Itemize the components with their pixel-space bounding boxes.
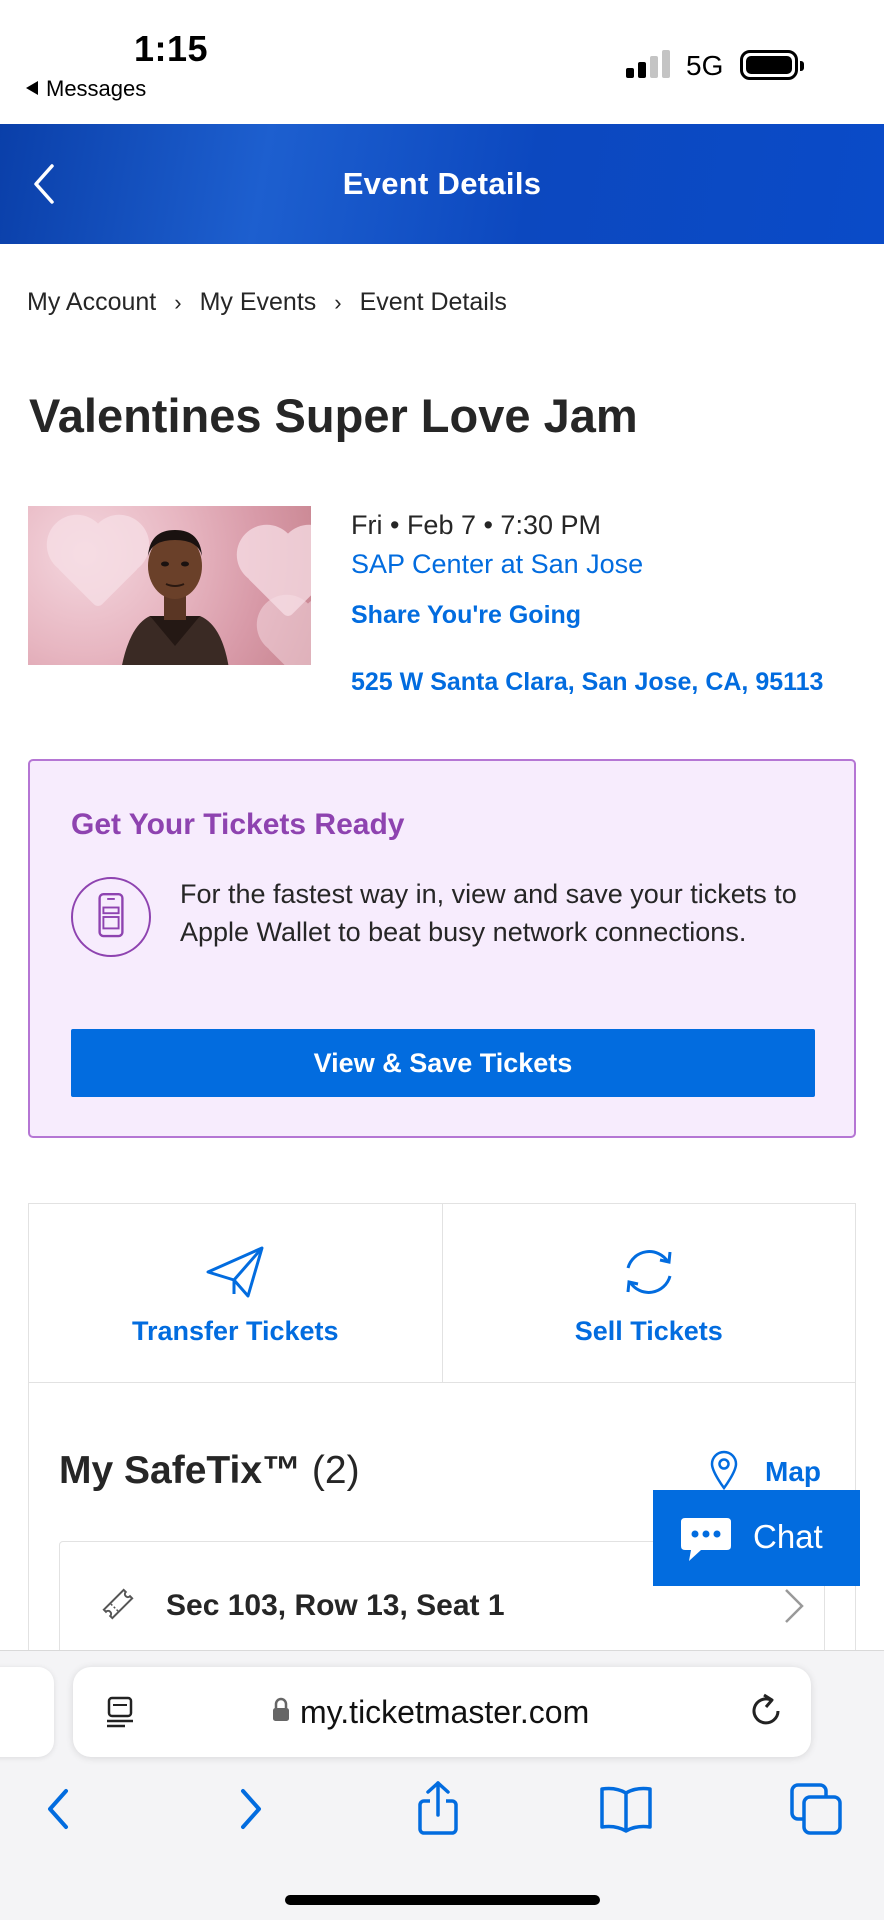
ticket-seat-label: Sec 103, Row 13, Seat 1 (166, 1589, 505, 1622)
forward-arrow-icon[interactable] (221, 1779, 281, 1839)
bookmarks-icon[interactable] (596, 1779, 656, 1839)
chat-button[interactable]: Chat (653, 1490, 860, 1586)
app-header: Event Details (0, 124, 884, 244)
browser-toolbar (0, 1779, 884, 1859)
map-label: Map (765, 1456, 821, 1487)
safetix-title-text: My SafeTix™ (59, 1449, 302, 1492)
page-title: Event Details (342, 166, 542, 201)
phone-ticket-icon (71, 877, 151, 957)
tickets-ready-text: For the fastest way in, view and save yo… (180, 879, 797, 947)
breadcrumb-my-events[interactable]: My Events (200, 288, 317, 316)
back-triangle-icon (26, 81, 38, 95)
breadcrumb: My Account › My Events › Event Details (27, 288, 507, 317)
previous-tab-preview[interactable] (0, 1667, 54, 1757)
share-going-link[interactable]: Share You're Going (351, 601, 581, 630)
signal-icon (626, 50, 672, 78)
transfer-tickets-button[interactable]: Transfer Tickets (29, 1204, 443, 1382)
view-save-tickets-button[interactable]: View & Save Tickets (71, 1029, 815, 1097)
breadcrumb-separator: › (334, 290, 342, 315)
breadcrumb-event-details: Event Details (359, 288, 507, 316)
home-indicator (285, 1895, 600, 1905)
paper-plane-icon (206, 1246, 264, 1298)
sell-tickets-label: Sell Tickets (574, 1316, 723, 1346)
event-date-time: Fri • Feb 7 • 7:30 PM (351, 510, 601, 540)
status-time: 1:15 (134, 28, 209, 69)
safetix-title: My SafeTix™ (2) (59, 1449, 360, 1493)
address-bar[interactable]: my.ticketmaster.com (73, 1667, 811, 1757)
breadcrumb-my-account[interactable]: My Account (27, 288, 156, 316)
back-app-label: Messages (46, 76, 147, 101)
status-bar: 1:15 Messages 5G (0, 0, 884, 124)
refresh-arrows-icon (626, 1250, 672, 1294)
tickets-ready-card: Get Your Tickets Ready For the fastest w… (28, 759, 856, 1138)
tickets-ready-title: Get Your Tickets Ready (71, 808, 405, 841)
reader-mode-icon[interactable] (105, 1695, 135, 1729)
performer-photo (122, 530, 229, 665)
breadcrumb-separator: › (174, 290, 182, 315)
event-address-link[interactable]: 525 W Santa Clara, San Jose, CA, 95113 (351, 668, 823, 697)
safetix-count: (2) (311, 1449, 360, 1492)
event-venue-link[interactable]: SAP Center at San Jose (351, 549, 643, 580)
chat-bubble-icon (681, 1518, 731, 1561)
tabs-icon[interactable] (786, 1779, 846, 1839)
chat-label: Chat (753, 1518, 823, 1555)
map-pin-icon (710, 1450, 738, 1490)
ticket-icon (102, 1588, 134, 1620)
network-label: 5G (686, 50, 724, 81)
chevron-right-icon (785, 1589, 804, 1623)
battery-icon (740, 50, 804, 80)
transfer-tickets-label: Transfer Tickets (131, 1316, 339, 1346)
event-title: Valentines Super Love Jam (29, 389, 638, 442)
back-to-app-link[interactable]: Messages (26, 76, 146, 102)
browser-chrome: my.ticketmaster.com (0, 1650, 884, 1920)
sell-tickets-button[interactable]: Sell Tickets (443, 1204, 856, 1382)
url-text: my.ticketmaster.com (300, 1694, 590, 1730)
share-icon[interactable] (408, 1779, 468, 1839)
reload-icon[interactable] (749, 1693, 785, 1731)
lock-icon (273, 1697, 289, 1721)
event-image (28, 506, 311, 665)
back-arrow-icon[interactable] (28, 1779, 88, 1839)
ticket-actions: Transfer Tickets Sell Tickets (28, 1203, 856, 1383)
